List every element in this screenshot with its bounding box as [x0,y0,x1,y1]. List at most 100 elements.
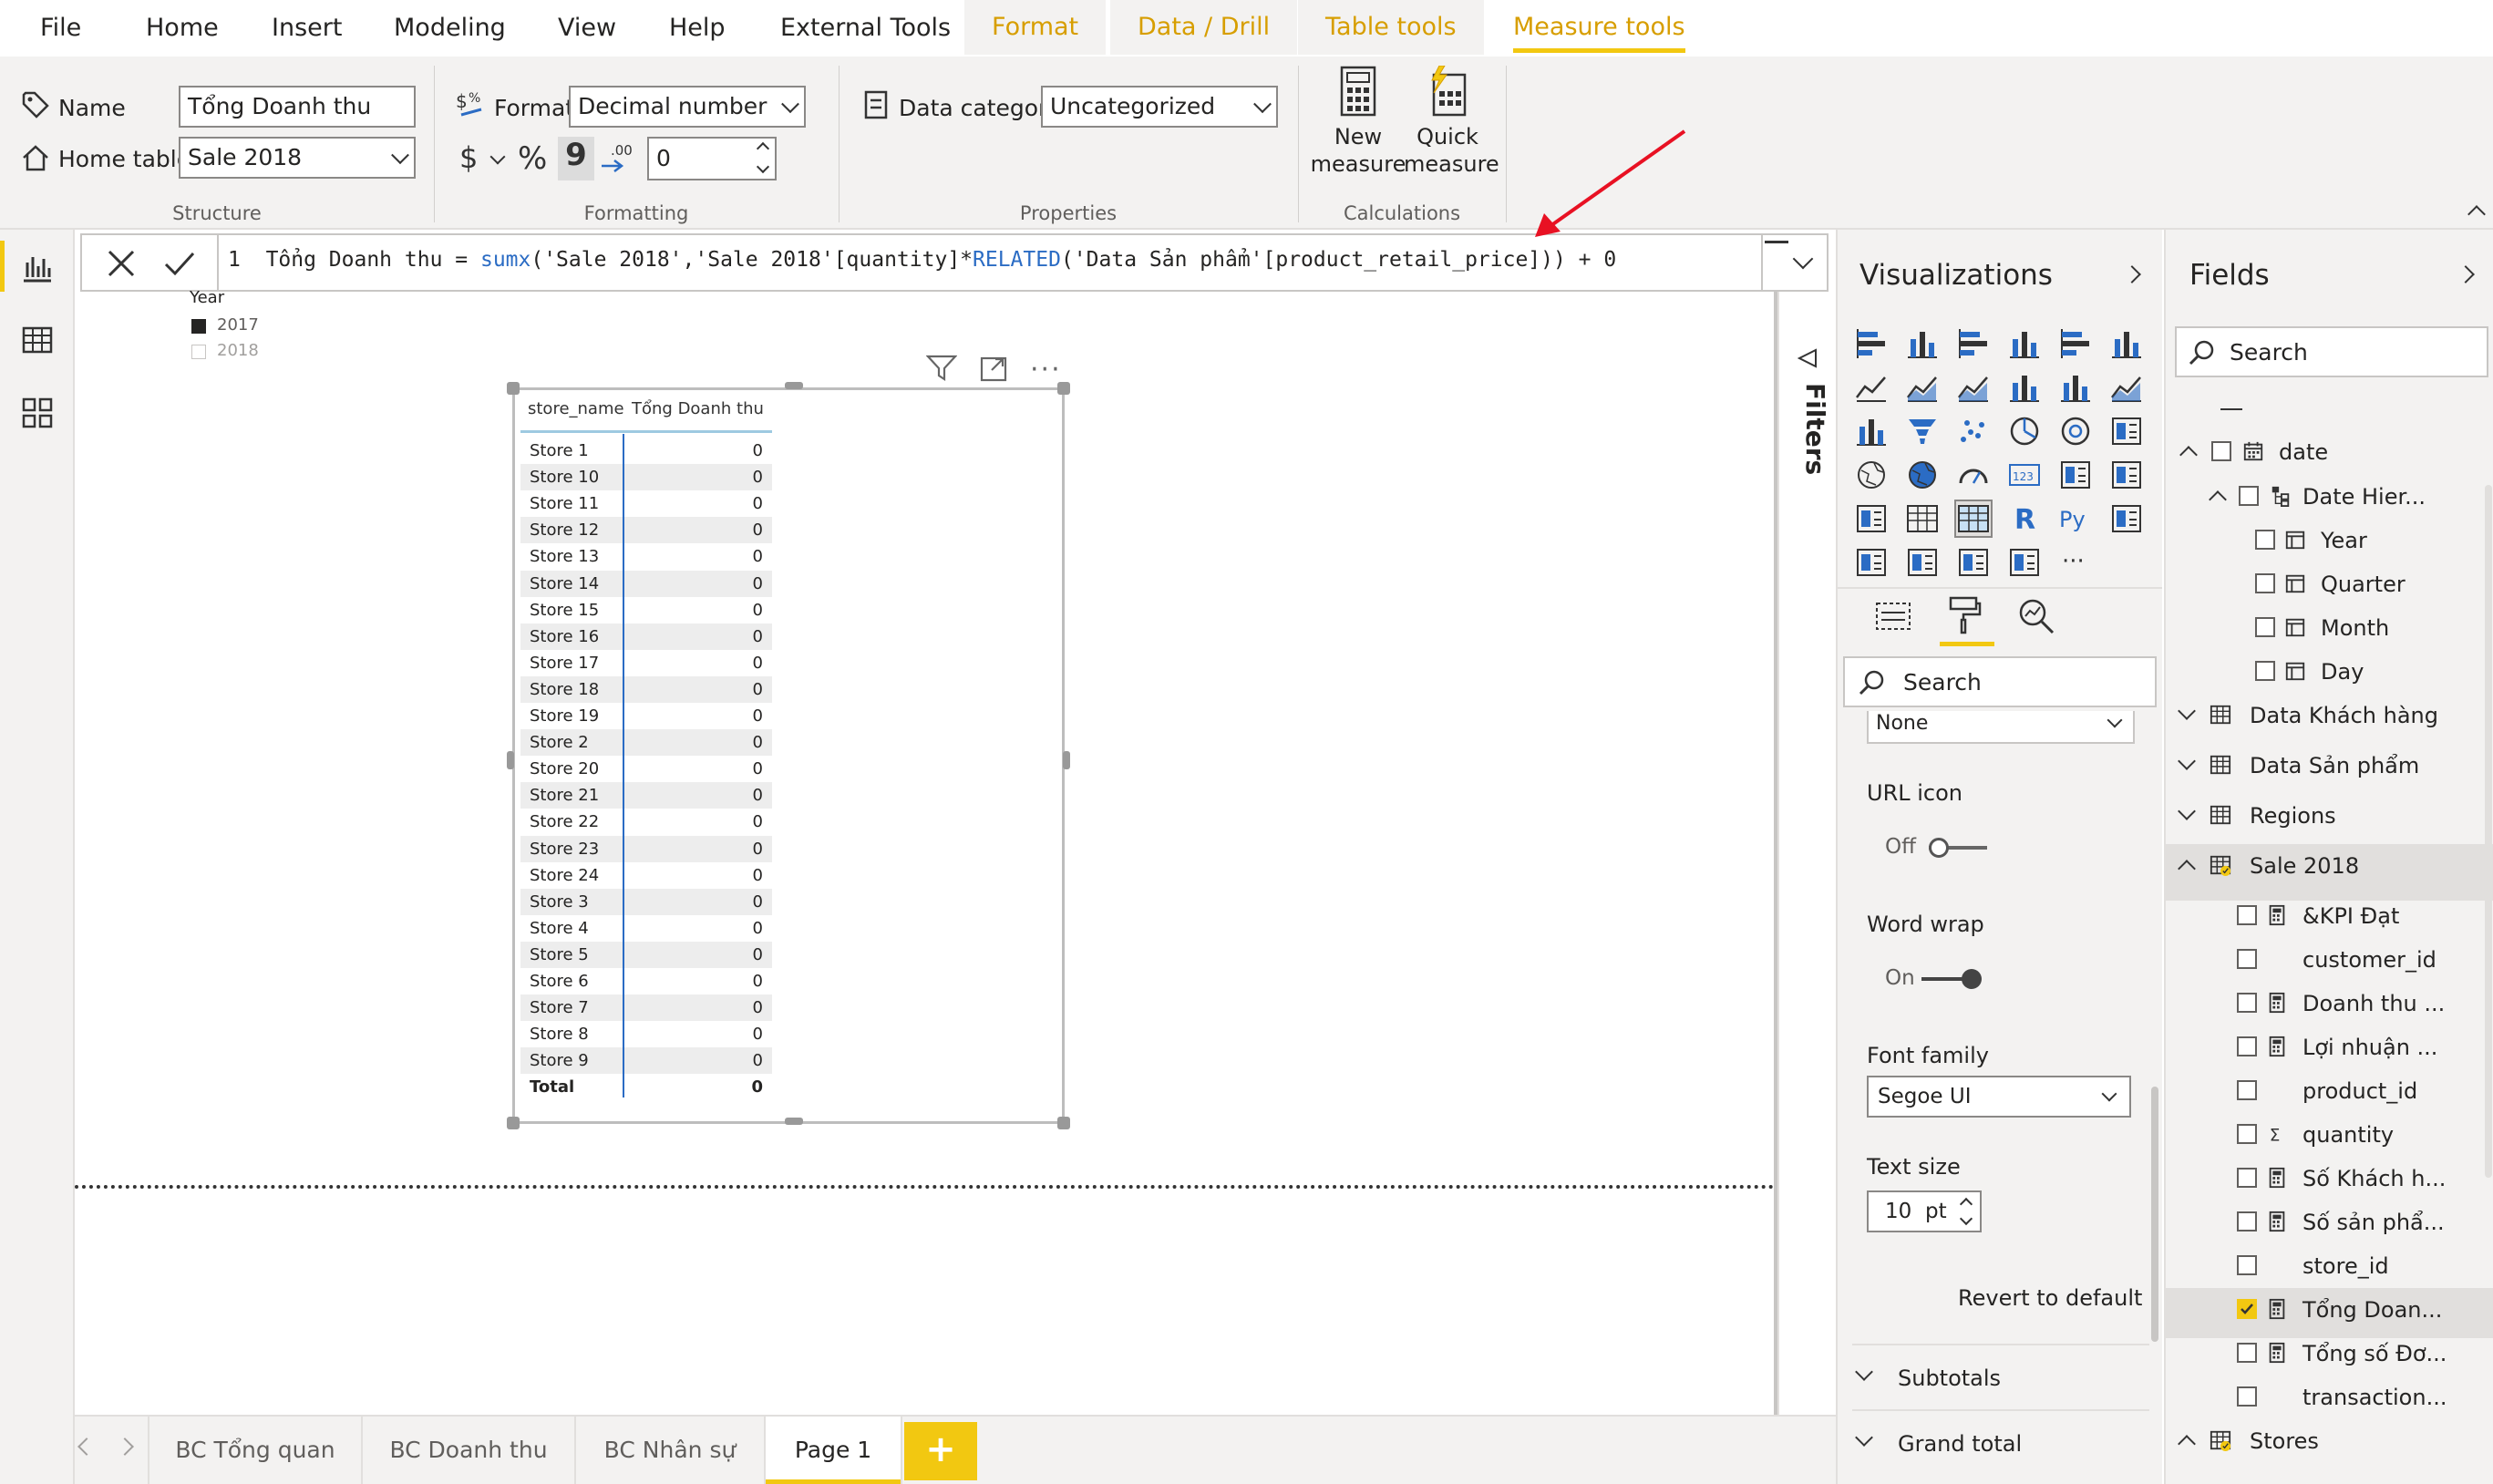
resize-handle[interactable] [1057,382,1070,395]
resize-handle[interactable] [507,382,520,395]
tab-table-tools[interactable]: Table tools [1298,0,1484,55]
field-checkbox[interactable] [2211,441,2231,461]
chevron-right-icon[interactable] [116,1438,134,1456]
field-table-row[interactable]: Sale 2018 [2166,844,2493,901]
field-row[interactable]: Day [2166,650,2493,700]
matrix-icon[interactable] [1954,500,1993,538]
resize-handle[interactable] [507,751,514,769]
new-measure-button[interactable]: New measure [1309,66,1407,178]
field-table-row[interactable]: Data Khách hàng [2166,694,2493,750]
text-size-stepper[interactable]: 10 pt [1867,1190,1982,1232]
table-row[interactable]: Store 5 0 [520,941,772,968]
resize-handle[interactable] [785,382,803,389]
table-row[interactable]: Store 20 0 [520,756,772,782]
table-row[interactable]: Store 23 0 [520,835,772,862]
page-tab-page-1[interactable]: Page 1 [766,1417,902,1484]
table-row[interactable]: Store 7 0 [520,994,772,1022]
table-row[interactable]: Store 11 0 [520,490,772,517]
field-row[interactable]: product_id [2166,1069,2493,1119]
line-icon[interactable] [1854,370,1889,405]
field-table-row[interactable]: Data Sản phẩm [2166,744,2493,800]
formula-minimize-icon[interactable] [1765,241,1788,243]
field-checkbox[interactable] [2255,661,2275,681]
revert-to-default-link[interactable]: Revert to default [1958,1285,2142,1311]
r-visual-icon[interactable]: R [2007,501,2042,536]
legend-label-2017[interactable]: 2017 [217,315,259,335]
table-row[interactable]: Store 4 0 [520,915,772,942]
table-row[interactable]: Store 12 0 [520,517,772,544]
field-table-row[interactable]: Stores [2166,1419,2493,1476]
column-header-tong-doanh-thu[interactable]: Tổng Doanh thu [632,399,764,418]
data-view-icon[interactable] [20,323,55,357]
field-row[interactable]: date [2166,430,2493,481]
url-icon-toggle[interactable] [1929,838,1987,858]
page-tab-bc-doanh-thu[interactable]: BC Doanh thu [363,1417,576,1484]
area-icon[interactable] [1905,370,1940,405]
field-checkbox[interactable] [2237,993,2257,1013]
menu-home[interactable]: Home [146,0,219,57]
quick-measure-button[interactable]: Quick measure [1404,65,1499,178]
resize-handle[interactable] [1057,1117,1070,1129]
table-row[interactable]: Store 14 0 [520,570,772,597]
treemap-icon[interactable] [2109,414,2144,448]
field-checkbox[interactable] [2237,1299,2257,1319]
format-select[interactable]: Decimal number [569,86,806,128]
fields-search-box[interactable]: Search [2175,326,2488,377]
100-bar-icon[interactable] [2058,326,2093,361]
python-visual-icon[interactable]: Py [2058,501,2093,536]
100-column-icon[interactable] [2109,326,2144,361]
chevron-down-icon[interactable] [756,160,770,174]
table-row[interactable]: Store 9 0 [520,1047,772,1075]
table-row[interactable]: Store 10 0 [520,464,772,491]
map-icon[interactable] [1854,458,1889,492]
table-row[interactable]: Store 17 0 [520,650,772,676]
tab-format[interactable]: Format [964,0,1107,55]
field-checkbox[interactable] [2239,486,2259,506]
table-row[interactable]: Store 6 0 [520,968,772,994]
currency-button[interactable]: $ [459,140,478,175]
model-view-icon[interactable] [20,396,55,430]
field-row[interactable]: customer_id [2166,938,2493,988]
resize-handle[interactable] [507,1117,520,1129]
field-row[interactable]: Doanh thu ... [2166,982,2493,1032]
field-checkbox[interactable] [2237,1211,2257,1232]
table-total-row[interactable]: Total 0 [520,1074,772,1101]
home-table-select[interactable]: Sale 2018 [179,137,416,179]
menu-view[interactable]: View [558,0,616,57]
menu-help[interactable]: Help [669,0,726,57]
field-checkbox[interactable] [2237,1343,2257,1363]
menu-file[interactable]: File [40,0,81,57]
none-dropdown[interactable]: None [1867,711,2135,744]
collapse-chevron-icon[interactable] [2178,1435,2196,1453]
line-clustered-icon[interactable] [2058,370,2093,405]
table-row[interactable]: Store 2 0 [520,729,772,757]
field-row[interactable]: transaction... [2166,1376,2493,1426]
expand-chevron-icon[interactable] [2178,802,2196,820]
line-column-icon[interactable] [2007,370,2042,405]
collapse-chevron-icon[interactable] [2178,860,2196,878]
field-checkbox[interactable] [2237,1255,2257,1275]
key-influencers-icon[interactable] [2109,501,2144,536]
fields-scrollbar[interactable] [2485,485,2492,1178]
name-field[interactable]: Tổng Doanh thu [179,86,416,128]
table-row[interactable]: Store 8 0 [520,1021,772,1047]
field-checkbox[interactable] [2237,905,2257,925]
formula-input[interactable]: 1 Tổng Doanh thu = sumx('Sale 2018','Sal… [228,248,1616,272]
field-checkbox[interactable] [2237,1386,2257,1407]
field-checkbox[interactable] [2237,1168,2257,1188]
filters-label[interactable]: Filters [1785,383,1830,510]
format-paint-roller-icon[interactable] [1945,594,1983,634]
commit-icon[interactable] [162,248,197,279]
chevron-up-icon[interactable] [1959,1197,1973,1211]
cancel-icon[interactable] [106,248,137,279]
more-options-icon[interactable]: ··· [1030,354,1062,386]
expand-formula-icon[interactable] [1792,248,1814,270]
field-table-row[interactable]: Regions [2166,794,2493,850]
power-apps-icon[interactable] [2007,545,2042,580]
field-checkbox[interactable] [2255,573,2275,593]
chevron-right-icon[interactable] [2123,265,2141,283]
table-row[interactable]: Store 22 0 [520,809,772,835]
table-row[interactable]: Store 16 0 [520,623,772,650]
legend-label-2018[interactable]: 2018 [217,341,259,360]
field-checkbox[interactable] [2237,1036,2257,1056]
